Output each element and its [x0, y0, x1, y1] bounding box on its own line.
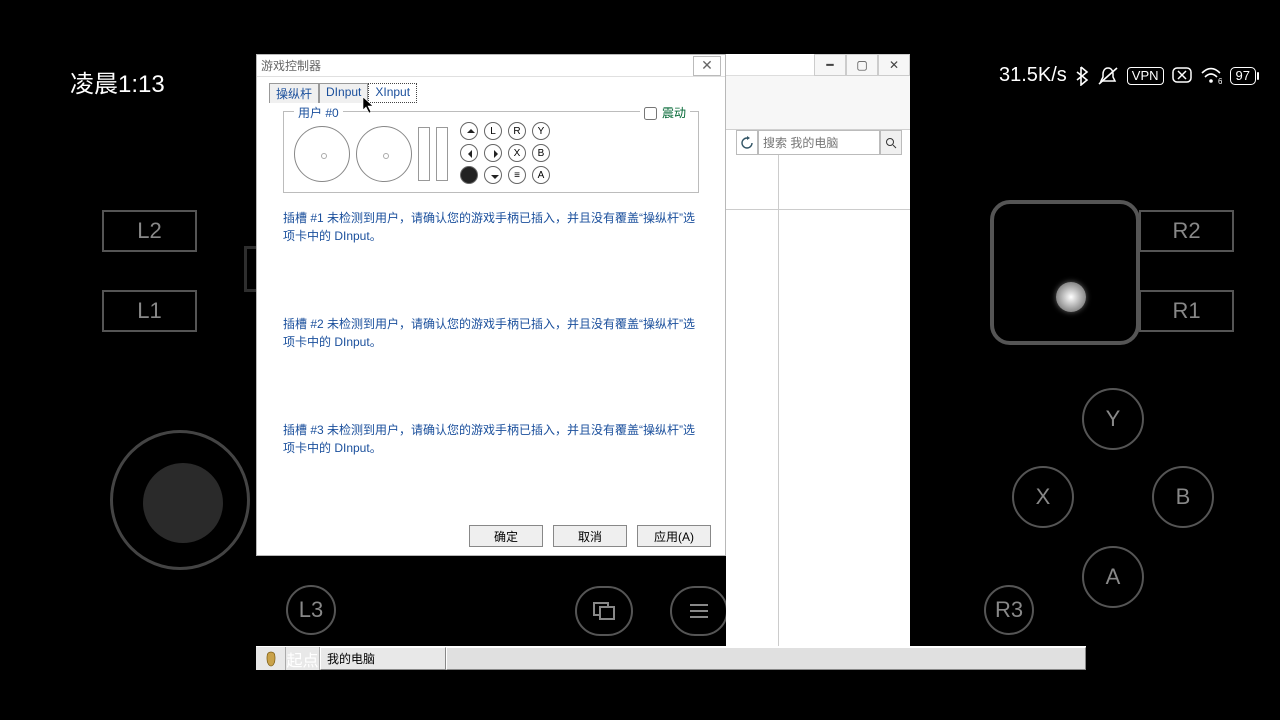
vibrate-checkbox[interactable]: 震动: [640, 104, 690, 121]
diagram-r-label: R: [508, 122, 526, 140]
r1-button[interactable]: R1: [1139, 290, 1234, 332]
pad-diagram: L R Y X B ≡ A: [290, 118, 692, 190]
mute-icon: [1097, 66, 1119, 86]
explorer-search: [736, 130, 902, 155]
dialog-close-button[interactable]: ✕: [693, 56, 721, 76]
diagram-lt-bar: [418, 127, 430, 181]
ok-button[interactable]: 确定: [469, 525, 543, 547]
minimize-button[interactable]: ━: [814, 54, 846, 76]
dpad-right-icon: [484, 144, 502, 162]
cancel-button[interactable]: 取消: [553, 525, 627, 547]
maximize-button[interactable]: ▢: [846, 54, 878, 76]
dpad-left-icon: [460, 144, 478, 162]
vibrate-input[interactable]: [644, 107, 657, 120]
diagram-left-stick: [294, 126, 350, 182]
diagram-l-label: L: [484, 122, 502, 140]
refresh-icon: [740, 136, 754, 150]
dialog-buttons: 确定 取消 应用(A): [469, 525, 711, 547]
dialog-title: 游戏控制器: [261, 57, 321, 74]
l3-button[interactable]: L3: [286, 585, 336, 635]
explorer-column-divider: [778, 155, 779, 655]
diagram-right-stick: [356, 126, 412, 182]
recents-icon: [592, 601, 616, 621]
nosim-icon: [1172, 67, 1192, 85]
b-button[interactable]: B: [1152, 466, 1214, 528]
explorer-titlebar: ━ ▢ ✕: [726, 54, 910, 76]
dpad-up-icon: [460, 122, 478, 140]
dpad-down-icon: [484, 166, 502, 184]
dialog-tabs: 操纵杆 DInput XInput: [257, 77, 725, 103]
taskbar-label: 起点: [286, 647, 320, 670]
refresh-button[interactable]: [736, 130, 758, 155]
taskbar-space: [446, 647, 1086, 670]
x-button[interactable]: X: [1012, 466, 1074, 528]
apply-button[interactable]: 应用(A): [637, 525, 711, 547]
vibrate-label: 震动: [662, 106, 686, 120]
explorer-toolbar: [726, 76, 910, 130]
hamburger-icon: [688, 603, 710, 619]
close-button[interactable]: ✕: [878, 54, 910, 76]
slot2-message: 插槽 #2 未检测到用户，请确认您的游戏手柄已插入，并且没有覆盖“操纵杆”选项卡…: [283, 315, 699, 351]
vpn-icon: VPN: [1127, 67, 1164, 85]
r3-button[interactable]: R3: [984, 585, 1034, 635]
left-analog-stick[interactable]: [110, 430, 250, 570]
dialog-titlebar[interactable]: 游戏控制器 ✕: [257, 55, 725, 77]
status-time: 凌晨1:13: [70, 64, 165, 99]
recents-button[interactable]: [575, 586, 633, 636]
game-controllers-dialog: 游戏控制器 ✕ 操纵杆 DInput XInput 用户 #0 震动 L R Y: [256, 54, 726, 556]
search-input[interactable]: [758, 130, 880, 155]
slot1-message: 插槽 #1 未检测到用户，请确认您的游戏手柄已插入，并且没有覆盖“操纵杆”选项卡…: [283, 209, 699, 245]
diagram-start-icon: ≡: [508, 166, 526, 184]
explorer-window: ━ ▢ ✕: [726, 54, 910, 655]
start-icon: [264, 651, 278, 667]
svg-text:6: 6: [1218, 77, 1222, 85]
diagram-buttons: L R Y X B ≡ A: [460, 122, 578, 186]
diagram-b-label: B: [532, 144, 550, 162]
right-touchpad[interactable]: [990, 200, 1140, 345]
menu-button[interactable]: [670, 586, 728, 636]
group-legend: 用户 #0: [294, 104, 343, 121]
status-netspeed: 31.5K/s: [999, 64, 1067, 87]
diagram-y-label: Y: [532, 122, 550, 140]
a-button[interactable]: A: [1082, 546, 1144, 608]
diagram-back-icon: [460, 166, 478, 184]
search-icon: [885, 137, 897, 149]
start-button[interactable]: [256, 647, 286, 670]
tab-joystick[interactable]: 操纵杆: [269, 83, 319, 103]
left-stick-thumb: [143, 463, 223, 543]
explorer-divider: [726, 209, 910, 210]
y-button[interactable]: Y: [1082, 388, 1144, 450]
user0-group: 用户 #0 震动 L R Y X B ≡: [283, 111, 699, 193]
diagram-x-label: X: [508, 144, 526, 162]
status-right: 31.5K/s VPN 6 97: [999, 64, 1256, 87]
slot3-message: 插槽 #3 未检测到用户，请确认您的游戏手柄已插入，并且没有覆盖“操纵杆”选项卡…: [283, 421, 699, 457]
battery-icon: 97: [1230, 67, 1256, 85]
diagram-rt-bar: [436, 127, 448, 181]
wifi-icon: 6: [1200, 67, 1222, 85]
tab-dinput[interactable]: DInput: [319, 83, 368, 103]
tab-xinput[interactable]: XInput: [368, 83, 417, 103]
taskbar: 起点 我的电脑: [256, 646, 1086, 670]
search-go-button[interactable]: [880, 130, 902, 155]
l2-button[interactable]: L2: [102, 210, 197, 252]
touchpad-cursor: [1056, 282, 1086, 312]
taskbar-item[interactable]: 我的电脑: [320, 647, 446, 670]
r2-button[interactable]: R2: [1139, 210, 1234, 252]
l1-button[interactable]: L1: [102, 290, 197, 332]
bluetooth-icon: [1075, 66, 1089, 86]
diagram-a-label: A: [532, 166, 550, 184]
